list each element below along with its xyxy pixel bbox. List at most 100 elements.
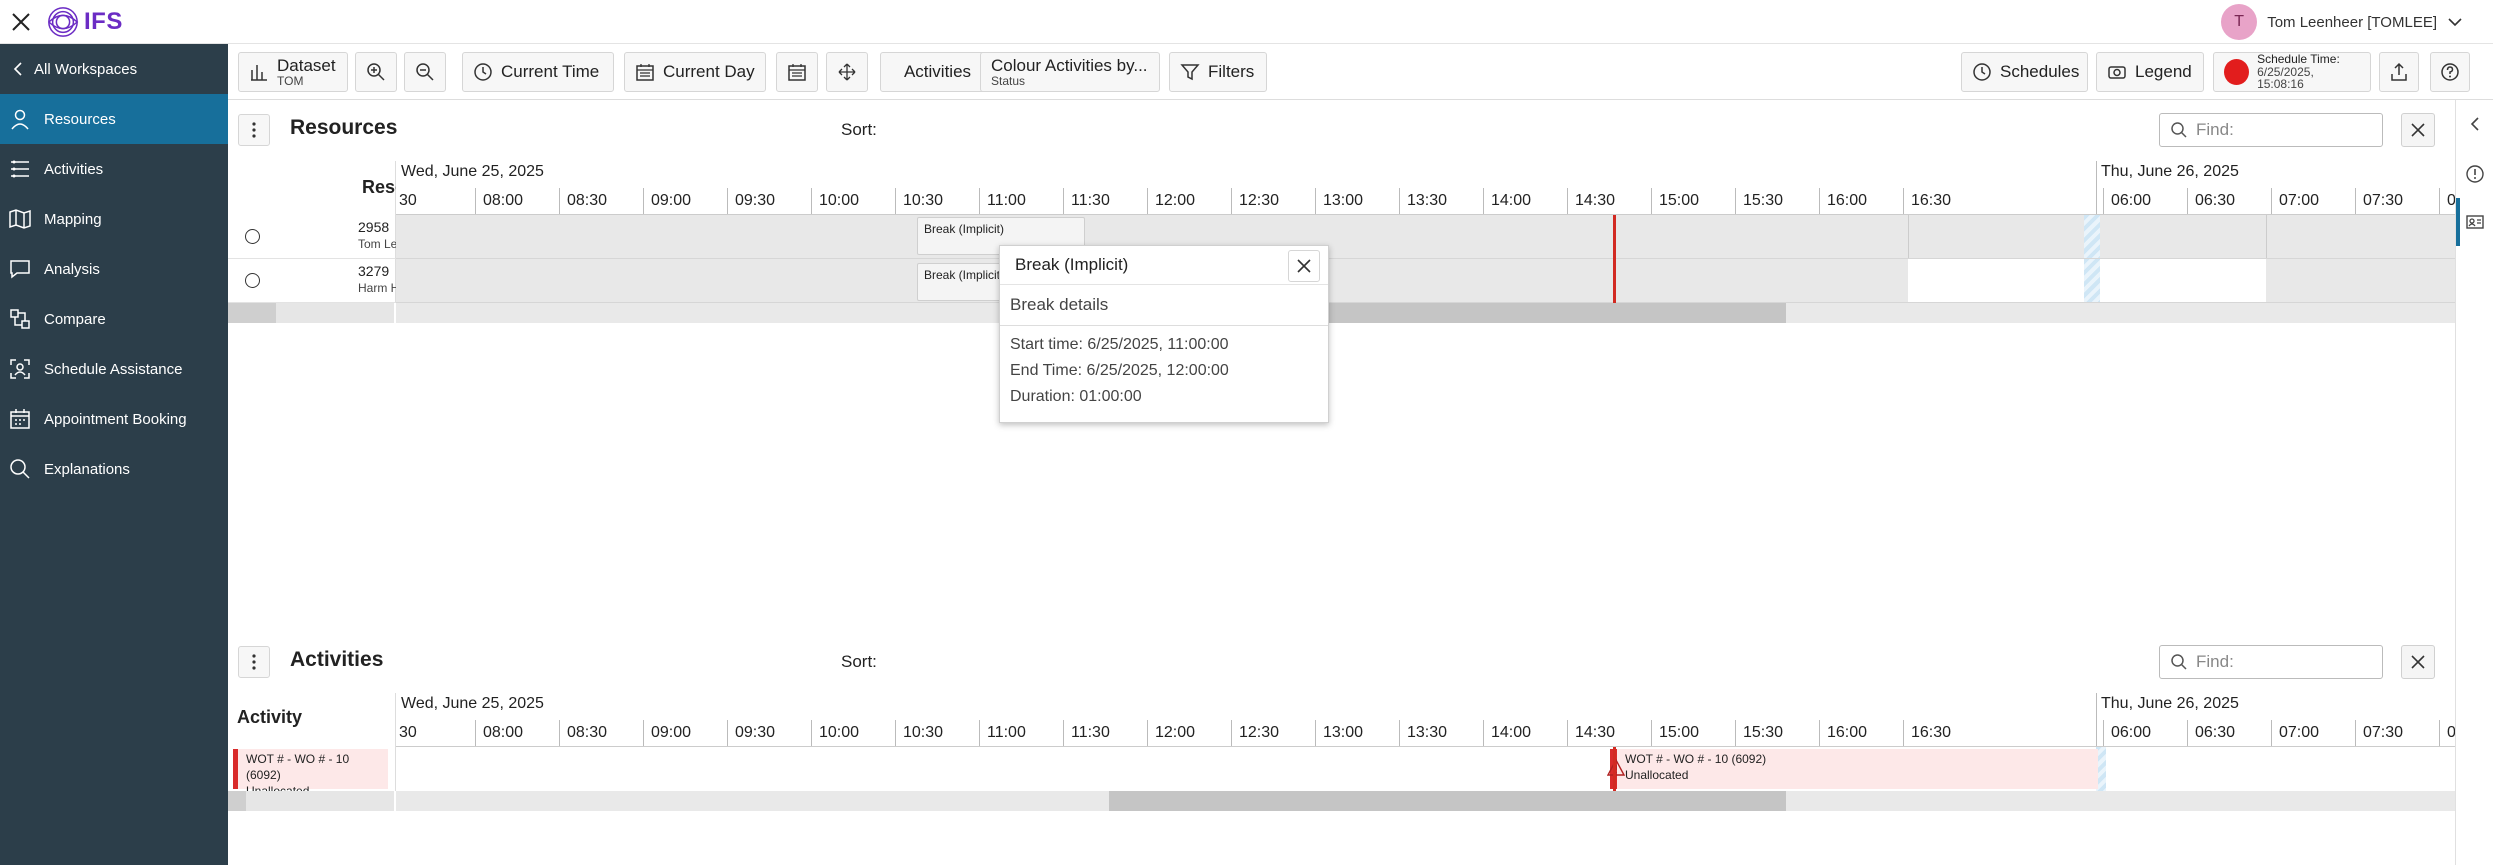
time-tick: 13:30 [1399, 188, 1447, 214]
help-icon [2441, 63, 2459, 81]
schedule-status-dot [2224, 59, 2250, 85]
activities-find-close-button[interactable] [2401, 645, 2435, 679]
activities-button[interactable]: Activities [880, 52, 995, 92]
activity-row[interactable]: WOT # - WO # - 10 (6092) Unallocated WOT… [228, 747, 2455, 798]
person-icon [11, 109, 29, 130]
popup-subtitle: Break details [1000, 285, 1328, 326]
legend-icon [2108, 66, 2126, 79]
close-icon[interactable] [8, 9, 34, 35]
activity-column-label: Activity [237, 707, 303, 727]
day-label-1: Wed, June 25, 2025 [401, 163, 544, 180]
export-button[interactable] [2379, 52, 2419, 92]
logo-swirl-icon [48, 7, 79, 37]
sidebar-item-analysis[interactable]: Analysis [0, 244, 228, 294]
chevron-left-icon [2470, 117, 2479, 131]
details-rail-button[interactable] [2463, 210, 2487, 234]
activity-timeline[interactable]: WOT # - WO # - 10 (6092) Unallocated [396, 747, 2455, 791]
zoom-in-button[interactable] [355, 52, 397, 92]
rail-active-indicator [2456, 198, 2460, 246]
activities-menu-button[interactable] [238, 646, 270, 678]
info-rail-button[interactable] [2463, 162, 2487, 186]
legend-button[interactable]: Legend [2096, 52, 2204, 92]
activities-sort-label[interactable]: Sort: [841, 652, 877, 672]
sidebar-item-resources[interactable]: Resources [0, 94, 228, 144]
time-tick: 08:00 [475, 720, 523, 746]
top-bar: IFS T Tom Leenheer [TOMLEE] [0, 0, 2493, 44]
sidebar-item-mapping[interactable]: Mapping [0, 194, 228, 244]
resource-timeline[interactable]: Break (Implicit) [396, 259, 2455, 303]
time-tick: 15:00 [1651, 720, 1699, 746]
resource-select-radio[interactable] [245, 273, 260, 288]
explain-icon [10, 459, 30, 479]
nonworking-hatch [2084, 215, 2100, 258]
sidebar-item-label: Explanations [44, 460, 130, 478]
sidebar-item-label: Activities [44, 160, 104, 178]
all-workspaces-link[interactable]: All Workspaces [0, 44, 228, 94]
colour-activities-button[interactable]: Colour Activities by... Status [980, 52, 1160, 92]
popup-start-time: Start time: 6/25/2025, 11:00:00 [1010, 336, 1229, 353]
user-menu[interactable]: T Tom Leenheer [TOMLEE] [2221, 3, 2463, 41]
timeline-scroll-track[interactable] [396, 303, 2455, 323]
time-tick: 10:00 [811, 720, 859, 746]
activity-block[interactable]: WOT # - WO # - 10 (6092) Unallocated [1610, 749, 2098, 789]
time-tick: 09:00 [643, 720, 691, 746]
gridline [2266, 215, 2267, 258]
sidebar-item-compare[interactable]: Compare [0, 294, 228, 344]
ifs-logo: IFS [46, 4, 123, 40]
sidebar-item-explanations[interactable]: Explanations [0, 444, 228, 494]
time-tick: 09:00 [643, 188, 691, 214]
timeline-scroll-thumb[interactable] [1109, 791, 1786, 811]
left-scroll-thumb[interactable] [228, 303, 276, 323]
zoom-out-button[interactable] [404, 52, 446, 92]
resources-column-label: Reso [362, 177, 396, 197]
filters-button[interactable]: Filters [1169, 52, 1267, 92]
current-time-button[interactable]: Current Time [462, 52, 614, 92]
popup-title: Break (Implicit) [1000, 246, 1328, 285]
collapse-rail-button[interactable] [2463, 112, 2487, 136]
resources-find-close-button[interactable] [2401, 113, 2435, 147]
map-icon [9, 209, 31, 229]
resources-horizontal-scrollbar[interactable] [228, 303, 2455, 323]
current-day-button[interactable]: Current Day [624, 52, 766, 92]
schedule-time-button[interactable]: Schedule Time: 6/25/2025, 15:08:16 [2213, 52, 2371, 92]
schedules-button[interactable]: Schedules [1961, 52, 2088, 92]
help-button[interactable] [2430, 52, 2470, 92]
resources-sort-label[interactable]: Sort: [841, 120, 877, 140]
filter-icon [1180, 64, 1200, 81]
sidebar-item-schedule-assistance[interactable]: Schedule Assistance [0, 344, 228, 394]
break-label: Break (Implicit) [924, 268, 1005, 282]
sidebar-item-appointment-booking[interactable]: Appointment Booking [0, 394, 228, 444]
activity-left-card[interactable]: WOT # - WO # - 10 (6092) Unallocated [233, 749, 388, 798]
list-icon [11, 160, 29, 178]
sidebar-item-activities[interactable]: Activities [0, 144, 228, 194]
filters-label: Filters [1208, 62, 1255, 81]
resource-row[interactable]: 2958 Tom Leenheer Break (Implicit) [228, 215, 2455, 259]
resource-name: Harm Huisman [358, 281, 396, 295]
resource-timeline[interactable]: Break (Implicit) [396, 215, 2455, 259]
popup-close-button[interactable] [1288, 250, 1320, 282]
timeline-scroll-track[interactable] [396, 791, 2455, 811]
resource-id: 3279 [358, 263, 390, 279]
activities-horizontal-scrollbar[interactable] [228, 791, 2455, 811]
activities-search-input[interactable]: Find: [2159, 645, 2383, 679]
nonworking-hatch [2084, 259, 2100, 302]
activity-block-title: WOT # - WO # - 10 (6092) [1625, 752, 1767, 766]
activity-block-status: Unallocated [1625, 768, 1689, 782]
resource-select-radio[interactable] [245, 229, 260, 244]
resources-menu-button[interactable] [238, 114, 270, 146]
calendar-icon [788, 64, 806, 81]
dataset-button[interactable]: Dataset TOM [238, 52, 348, 92]
schedule-assist-icon [10, 359, 30, 379]
chevron-left-icon [13, 62, 22, 76]
resources-search-input[interactable]: Find: [2159, 113, 2383, 147]
resource-row[interactable]: 3279 Harm Huisman Break (Implicit) [228, 259, 2455, 303]
activities-left-header: Activity [228, 693, 396, 747]
fit-to-view-button[interactable] [826, 52, 868, 92]
warning-icon [1607, 759, 1625, 776]
calendar-button[interactable] [776, 52, 818, 92]
calendar-day-icon [636, 64, 654, 81]
sidebar: All Workspaces Resources Activities Mapp… [0, 44, 228, 865]
time-tick: 06:30 [2187, 720, 2235, 746]
left-scroll-track[interactable] [228, 791, 394, 811]
left-scroll-thumb[interactable] [228, 791, 246, 811]
